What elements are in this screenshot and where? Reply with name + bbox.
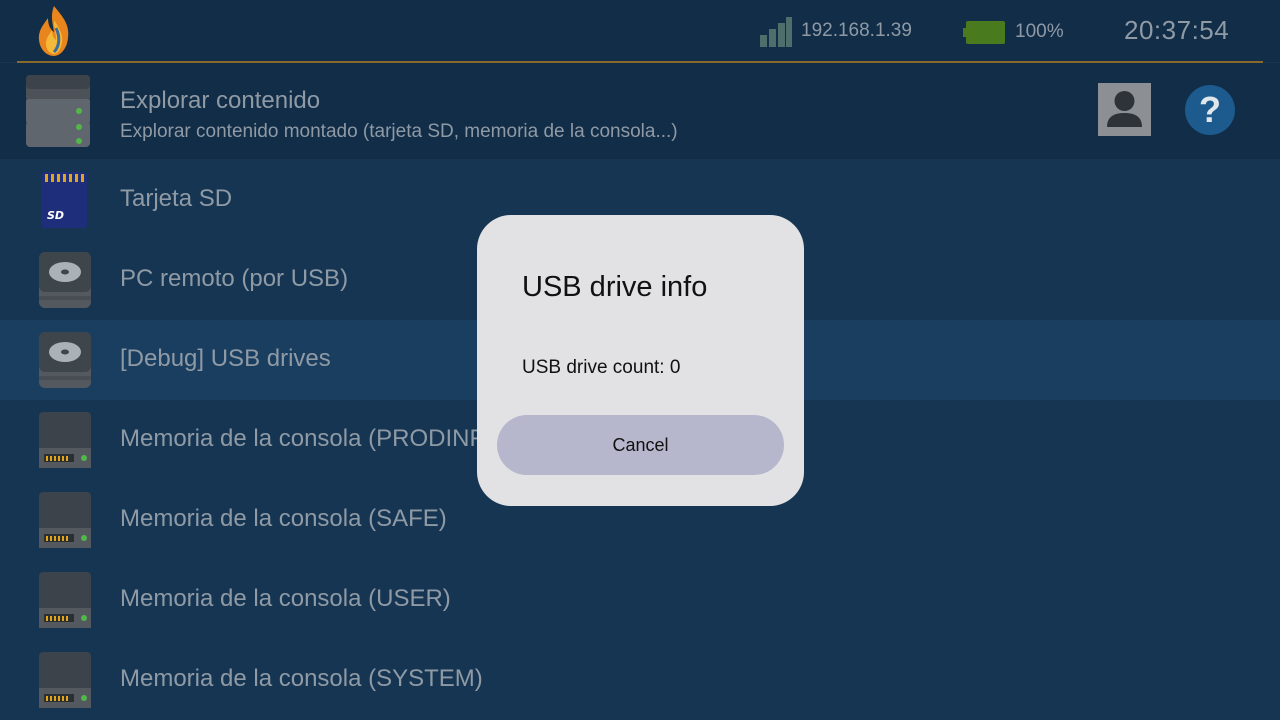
page-title: Explorar contenido — [120, 87, 321, 114]
list-item-label: [Debug] USB drives — [120, 345, 331, 372]
hard-disk-icon — [39, 252, 91, 308]
cancel-button[interactable]: Cancel — [497, 415, 784, 475]
list-item-label: Memoria de la consola (PRODINFOF) — [120, 425, 526, 452]
status-bar: 192.168.1.39 100% 20:37:54 — [0, 0, 1280, 62]
page-subtitle: Explorar contenido montado (tarjeta SD, … — [120, 121, 678, 142]
network-signal-icon — [760, 17, 792, 47]
user-icon — [1107, 91, 1142, 127]
ip-address: 192.168.1.39 — [801, 20, 912, 41]
help-button[interactable]: ? — [1185, 85, 1235, 135]
user-profile-button[interactable] — [1098, 83, 1151, 136]
nand-drive-icon — [39, 572, 91, 628]
clock: 20:37:54 — [1124, 15, 1230, 45]
screen: 192.168.1.39 100% 20:37:54 Explorar cont… — [0, 0, 1280, 720]
battery-percentage: 100% — [1015, 21, 1064, 42]
svg-text:SD: SD — [47, 209, 64, 222]
dialog-title: USB drive info — [522, 271, 708, 303]
dialog-message: USB drive count: 0 — [522, 357, 681, 378]
list-item-label: Tarjeta SD — [120, 185, 233, 212]
list-item-label: Memoria de la consola (USER) — [120, 585, 451, 612]
battery-icon — [963, 21, 1005, 44]
nand-drive-icon — [39, 492, 91, 548]
nand-drive-icon — [39, 652, 91, 708]
sd-card-icon: SD — [41, 172, 87, 228]
list-item-user[interactable]: Memoria de la consola (USER) — [0, 560, 1280, 640]
list-item-system[interactable]: Memoria de la consola (SYSTEM) — [0, 640, 1280, 720]
flame-logo-icon — [38, 6, 69, 56]
hard-disk-icon — [39, 332, 91, 388]
storage-stack-icon — [26, 75, 90, 147]
page-header: Explorar contenido Explorar contenido mo… — [0, 63, 1280, 159]
list-item-label: PC remoto (por USB) — [120, 265, 349, 292]
list-item-label: Memoria de la consola (SYSTEM) — [120, 665, 483, 692]
list-item-label: Memoria de la consola (SAFE) — [120, 505, 447, 532]
nand-drive-icon — [39, 412, 91, 468]
usb-info-dialog: USB drive info USB drive count: 0 Cancel — [477, 215, 804, 506]
